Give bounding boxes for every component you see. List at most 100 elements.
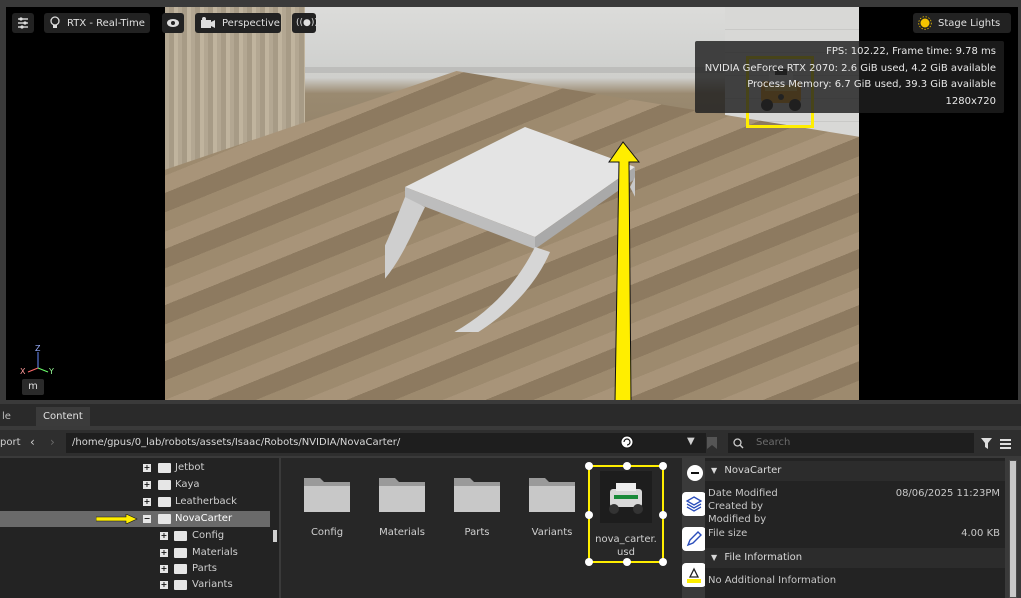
file-item-label: nova_carter. usd bbox=[590, 533, 662, 559]
resize-handle[interactable] bbox=[585, 511, 593, 519]
resize-handle[interactable] bbox=[623, 558, 631, 566]
collapse-icon[interactable]: − bbox=[143, 515, 151, 523]
camera-icon bbox=[201, 17, 215, 28]
bulb-icon bbox=[50, 16, 60, 28]
date-modified-label: Date Modified bbox=[708, 488, 778, 499]
stage-lights-button[interactable]: Stage Lights bbox=[913, 13, 1011, 33]
forward-icon[interactable]: › bbox=[50, 435, 55, 449]
usd-thumbnail bbox=[600, 471, 652, 523]
expand-icon[interactable]: + bbox=[160, 549, 168, 557]
file-item-nova-carter-usd[interactable]: nova_carter. usd bbox=[585, 462, 667, 566]
tree-item-jetbot[interactable]: + Jetbot bbox=[0, 460, 279, 476]
file-information-header[interactable]: ▼ File Information bbox=[705, 548, 1005, 568]
expand-icon[interactable]: + bbox=[143, 464, 151, 472]
tree-item-label: Config bbox=[192, 530, 225, 541]
pen-icon bbox=[686, 531, 702, 547]
tree-item-label: Parts bbox=[192, 563, 217, 574]
resize-handle[interactable] bbox=[585, 558, 593, 566]
filter-icon[interactable] bbox=[980, 437, 993, 450]
viewport-mode-button[interactable]: m bbox=[22, 379, 44, 395]
tab-partial[interactable]: le bbox=[0, 407, 13, 426]
layers-button[interactable] bbox=[682, 492, 706, 516]
minus-button[interactable] bbox=[687, 465, 703, 481]
bookmark-icon[interactable] bbox=[706, 436, 718, 450]
folder-name: NovaCarter bbox=[724, 465, 782, 476]
tree-item-parts[interactable]: + Parts bbox=[0, 561, 279, 577]
folder-item-config[interactable]: Config bbox=[297, 472, 357, 538]
folder-icon bbox=[174, 580, 187, 590]
folder-item-label: Parts bbox=[464, 527, 490, 538]
panel-tab-bar: le Content bbox=[0, 404, 1021, 426]
highlight-arrow-right bbox=[96, 514, 138, 524]
fps-text: FPS: 102.22, Frame time: 9.78 ms bbox=[826, 46, 996, 57]
tree-item-label: Materials bbox=[192, 547, 238, 558]
tree-item-kaya[interactable]: + Kaya bbox=[0, 477, 279, 493]
tab-content[interactable]: Content bbox=[36, 407, 90, 426]
layers-icon bbox=[685, 496, 703, 512]
expand-icon[interactable]: + bbox=[160, 565, 168, 573]
resize-handle[interactable] bbox=[623, 462, 631, 470]
details-scrollbar-thumb[interactable] bbox=[1010, 461, 1016, 597]
folder-item-parts[interactable]: Parts bbox=[447, 472, 507, 538]
tree-item-variants[interactable]: + Variants bbox=[0, 577, 279, 593]
folder-icon bbox=[304, 478, 350, 512]
path-input[interactable]: /home/gpus/0_lab/robots/assets/Isaac/Rob… bbox=[66, 433, 706, 453]
chevron-down-icon[interactable]: ▼ bbox=[687, 436, 695, 447]
viewport[interactable]: RTX - Real-Time Perspective ((●)) Stage … bbox=[6, 7, 1018, 400]
stats-overlay: FPS: 102.22, Frame time: 9.78 ms NVIDIA … bbox=[694, 41, 1004, 113]
tree-item-config[interactable]: + Config bbox=[0, 528, 279, 544]
refresh-icon[interactable] bbox=[619, 433, 635, 451]
details-panel: ▼ NovaCarter Date Modified 08/06/2025 11… bbox=[705, 458, 1005, 598]
back-icon[interactable]: ‹ bbox=[30, 435, 35, 449]
file-grid[interactable]: Config Materials Parts Variants nova_car… bbox=[281, 458, 682, 598]
folder-icon bbox=[174, 564, 187, 574]
expand-icon[interactable]: + bbox=[160, 532, 168, 540]
date-modified-value: 08/06/2025 11:23PM bbox=[895, 488, 1000, 499]
expand-icon[interactable]: + bbox=[160, 581, 168, 589]
file-size-row: File size 4.00 KB bbox=[708, 528, 1004, 539]
tree-item-novacarter[interactable]: − NovaCarter bbox=[0, 511, 270, 527]
file-info-title: File Information bbox=[724, 552, 803, 563]
renderer-button[interactable]: RTX - Real-Time bbox=[44, 13, 150, 33]
resize-handle[interactable] bbox=[659, 462, 667, 470]
date-modified-row: Date Modified 08/06/2025 11:23PM bbox=[708, 488, 1004, 499]
resolution-text: 1280x720 bbox=[945, 95, 996, 107]
folder-tree[interactable]: + Jetbot + Kaya + Leatherback − NovaCart… bbox=[0, 458, 279, 598]
folder-item-materials[interactable]: Materials bbox=[372, 472, 432, 538]
gpu-memory-text: NVIDIA GeForce RTX 2070: 2.6 GiB used, 4… bbox=[704, 62, 996, 74]
expand-triangle-icon: ▼ bbox=[711, 466, 718, 475]
visibility-button[interactable] bbox=[162, 13, 184, 33]
resize-handle[interactable] bbox=[659, 558, 667, 566]
axis-x-label: X bbox=[20, 367, 26, 376]
search-input[interactable]: Search bbox=[728, 433, 974, 453]
tree-item-label: Kaya bbox=[175, 479, 200, 490]
folder-header[interactable]: ▼ NovaCarter bbox=[705, 461, 1005, 481]
menu-icon[interactable] bbox=[999, 437, 1012, 450]
tree-item-materials[interactable]: + Materials bbox=[0, 545, 279, 561]
folder-item-variants[interactable]: Variants bbox=[522, 472, 582, 538]
folder-icon bbox=[379, 478, 425, 512]
file-size-label: File size bbox=[708, 528, 748, 539]
tree-item-leatherback[interactable]: + Leatherback bbox=[0, 494, 279, 510]
camera-button[interactable]: Perspective bbox=[195, 13, 281, 33]
camera-label: Perspective bbox=[222, 17, 280, 29]
resize-handle[interactable] bbox=[659, 511, 667, 519]
tree-item-label: NovaCarter bbox=[175, 513, 233, 524]
content-path-bar: port ‹ › /home/gpus/0_lab/robots/assets/… bbox=[0, 430, 1021, 456]
tree-item-label: Jetbot bbox=[175, 462, 205, 473]
expand-icon[interactable]: + bbox=[143, 481, 151, 489]
expand-triangle-icon: ▼ bbox=[711, 553, 718, 562]
search-icon bbox=[733, 438, 744, 449]
highlight-arrow-up bbox=[608, 141, 641, 400]
settings-button[interactable] bbox=[12, 13, 34, 33]
resize-handle[interactable] bbox=[585, 462, 593, 470]
edit-button[interactable] bbox=[682, 527, 706, 551]
highlight-button[interactable] bbox=[682, 563, 706, 587]
renderer-label: RTX - Real-Time bbox=[67, 17, 145, 29]
expand-icon[interactable]: + bbox=[143, 498, 151, 506]
folder-icon bbox=[174, 531, 187, 541]
folder-icon bbox=[454, 478, 500, 512]
import-button[interactable]: port bbox=[0, 433, 21, 453]
folder-icon bbox=[158, 463, 171, 473]
broadcast-button[interactable]: ((●)) bbox=[292, 13, 318, 33]
